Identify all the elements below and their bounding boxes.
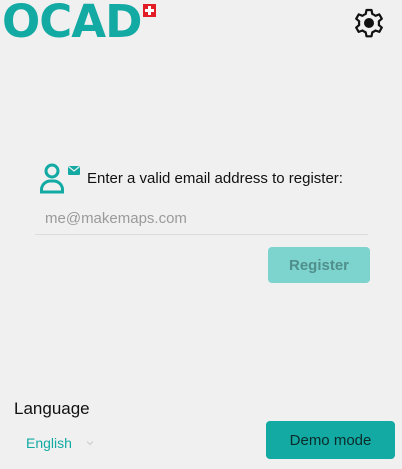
chevron-down-icon xyxy=(86,441,94,446)
register-prompt: Enter a valid email address to register: xyxy=(87,169,343,187)
user-email-icon xyxy=(40,163,80,194)
register-button[interactable]: Register xyxy=(268,247,370,283)
demo-mode-button[interactable]: Demo mode xyxy=(266,421,395,459)
language-select[interactable]: English xyxy=(26,435,94,451)
language-heading: Language xyxy=(14,399,90,418)
app-window: OCAD Enter a valid email address to regi… xyxy=(0,0,402,469)
swiss-flag-icon xyxy=(143,4,157,17)
email-field[interactable] xyxy=(35,203,368,235)
language-selected: English xyxy=(26,435,72,451)
logo-text: OCAD xyxy=(2,0,142,48)
ocad-logo: OCAD xyxy=(2,0,157,48)
gear-icon[interactable] xyxy=(351,4,387,40)
register-prompt-row: Enter a valid email address to register: xyxy=(40,162,343,194)
